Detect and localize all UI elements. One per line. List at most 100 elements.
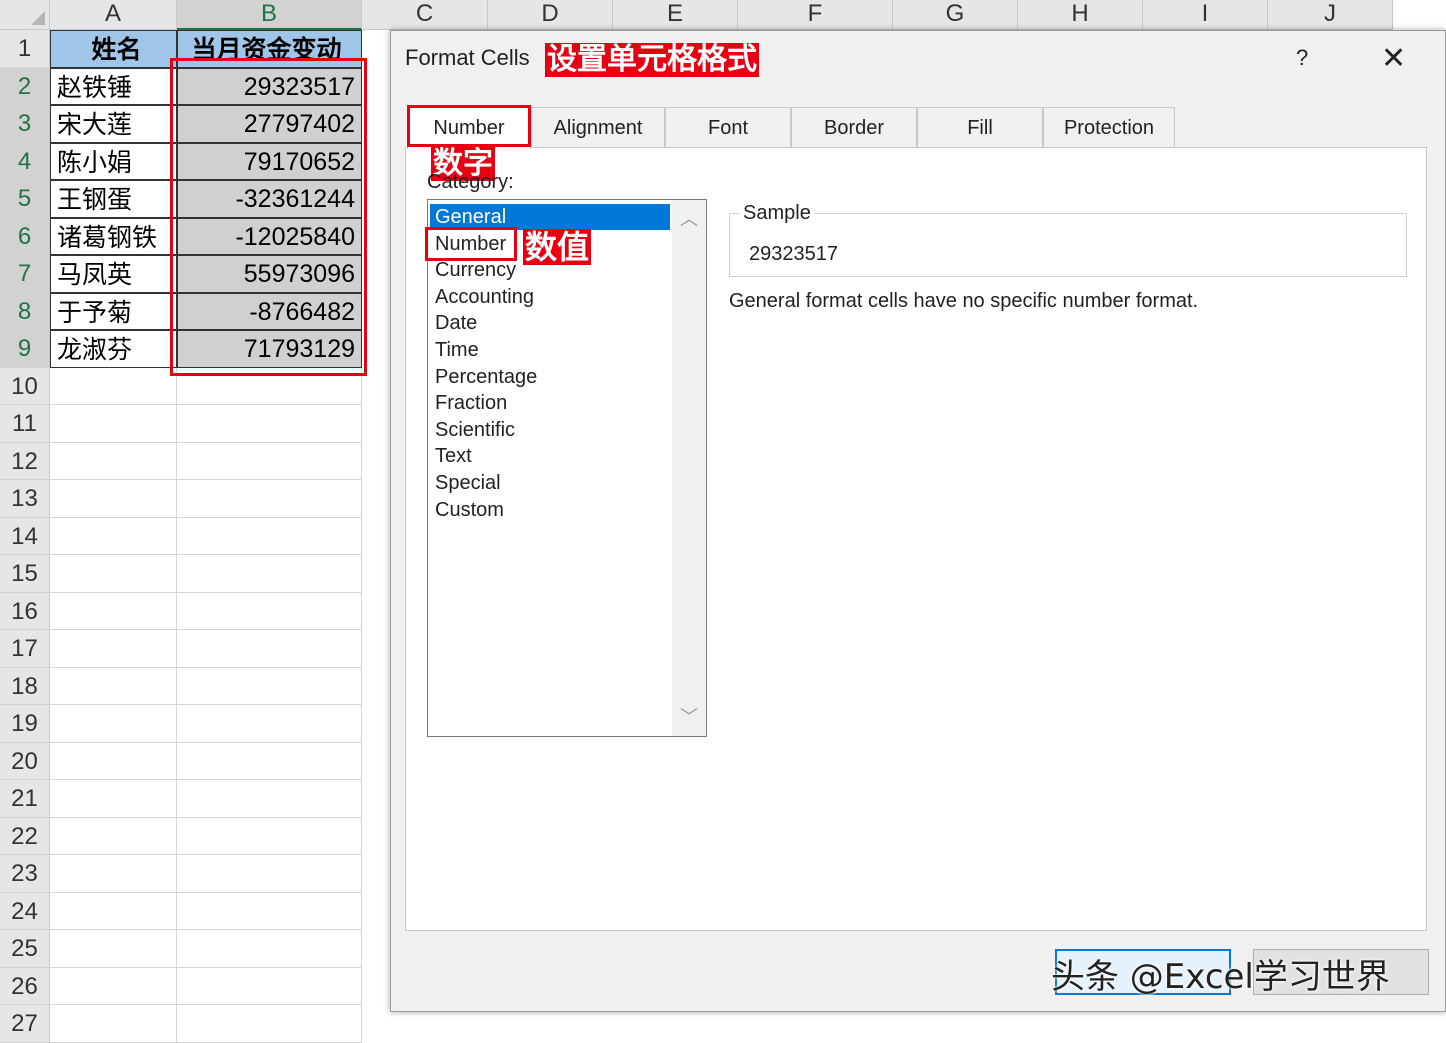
row-header-1[interactable]: 1	[0, 30, 50, 68]
row-header-21[interactable]: 21	[0, 780, 50, 818]
row-header-26[interactable]: 26	[0, 967, 50, 1005]
column-header-e[interactable]: E	[613, 0, 738, 30]
empty-cell[interactable]	[177, 817, 362, 855]
row-header-14[interactable]: 14	[0, 517, 50, 555]
column-header-j[interactable]: J	[1268, 0, 1393, 30]
column-header-b[interactable]: B	[177, 0, 362, 30]
amount-cell[interactable]: 71793129	[177, 330, 362, 368]
empty-cell[interactable]	[50, 705, 177, 743]
amount-cell[interactable]: 79170652	[177, 142, 362, 180]
select-all-corner[interactable]	[0, 0, 50, 30]
row-header-25[interactable]: 25	[0, 930, 50, 968]
help-button[interactable]: ?	[1296, 45, 1308, 71]
empty-cell[interactable]	[50, 367, 177, 405]
row-header-19[interactable]: 19	[0, 705, 50, 743]
empty-cell[interactable]	[50, 517, 177, 555]
empty-cell[interactable]	[177, 855, 362, 893]
row-header-16[interactable]: 16	[0, 592, 50, 630]
tab-border[interactable]: Border	[791, 107, 917, 147]
row-header-9[interactable]: 9	[0, 330, 50, 368]
scroll-down-icon[interactable]: ﹀	[672, 702, 706, 732]
amount-cell[interactable]: -8766482	[177, 292, 362, 330]
empty-cell[interactable]	[50, 817, 177, 855]
row-header-5[interactable]: 5	[0, 180, 50, 218]
empty-cell[interactable]	[177, 517, 362, 555]
row-header-13[interactable]: 13	[0, 480, 50, 518]
empty-cell[interactable]	[177, 892, 362, 930]
row-header-11[interactable]: 11	[0, 405, 50, 443]
row-header-23[interactable]: 23	[0, 855, 50, 893]
empty-cell[interactable]	[177, 405, 362, 443]
row-header-18[interactable]: 18	[0, 667, 50, 705]
empty-cell[interactable]	[177, 442, 362, 480]
empty-cell[interactable]	[177, 630, 362, 668]
column-header-g[interactable]: G	[893, 0, 1018, 30]
column-header-a[interactable]: A	[50, 0, 177, 30]
name-cell[interactable]: 赵铁锤	[50, 67, 177, 105]
empty-cell[interactable]	[50, 480, 177, 518]
empty-cell[interactable]	[50, 892, 177, 930]
empty-cell[interactable]	[177, 780, 362, 818]
row-header-6[interactable]: 6	[0, 217, 50, 255]
column-header-i[interactable]: I	[1143, 0, 1268, 30]
empty-cell[interactable]	[177, 742, 362, 780]
name-cell[interactable]: 龙淑芬	[50, 330, 177, 368]
amount-cell[interactable]: -12025840	[177, 217, 362, 255]
tab-fill[interactable]: Fill	[917, 107, 1043, 147]
row-header-2[interactable]: 2	[0, 67, 50, 105]
empty-cell[interactable]	[177, 705, 362, 743]
empty-cell[interactable]	[177, 667, 362, 705]
category-list[interactable]: General Number Currency Accounting Date Time P…	[427, 199, 707, 737]
category-item-time[interactable]: Time	[430, 337, 670, 363]
category-item-date[interactable]: Date	[430, 310, 670, 336]
category-item-custom[interactable]: Custom	[430, 497, 670, 523]
row-header-10[interactable]: 10	[0, 367, 50, 405]
name-cell[interactable]: 陈小娟	[50, 142, 177, 180]
empty-cell[interactable]	[50, 592, 177, 630]
amount-cell[interactable]: -32361244	[177, 180, 362, 218]
empty-cell[interactable]	[177, 930, 362, 968]
category-scrollbar[interactable]: ︿ ﹀	[672, 200, 706, 736]
name-cell[interactable]: 诸葛钢铁	[50, 217, 177, 255]
category-item-text[interactable]: Text	[430, 443, 670, 469]
category-item-accounting[interactable]: Accounting	[430, 284, 670, 310]
row-header-24[interactable]: 24	[0, 892, 50, 930]
column-header-f[interactable]: F	[738, 0, 893, 30]
amount-cell[interactable]: 27797402	[177, 105, 362, 143]
empty-cell[interactable]	[50, 742, 177, 780]
empty-cell[interactable]	[177, 555, 362, 593]
tab-alignment[interactable]: Alignment	[531, 107, 665, 147]
empty-cell[interactable]	[177, 967, 362, 1005]
empty-cell[interactable]	[50, 442, 177, 480]
column-header-h[interactable]: H	[1018, 0, 1143, 30]
amount-cell[interactable]: 29323517	[177, 67, 362, 105]
tab-protection[interactable]: Protection	[1043, 107, 1175, 147]
empty-cell[interactable]	[50, 930, 177, 968]
empty-cell[interactable]	[177, 1005, 362, 1043]
empty-cell[interactable]	[50, 855, 177, 893]
empty-cell[interactable]	[50, 630, 177, 668]
row-header-3[interactable]: 3	[0, 105, 50, 143]
row-header-7[interactable]: 7	[0, 255, 50, 293]
empty-cell[interactable]	[50, 405, 177, 443]
empty-cell[interactable]	[50, 967, 177, 1005]
column-header-c[interactable]: C	[362, 0, 488, 30]
scroll-up-icon[interactable]: ︿	[672, 204, 706, 234]
name-cell[interactable]: 宋大莲	[50, 105, 177, 143]
row-header-17[interactable]: 17	[0, 630, 50, 668]
row-header-15[interactable]: 15	[0, 555, 50, 593]
category-item-percentage[interactable]: Percentage	[430, 364, 670, 390]
row-header-20[interactable]: 20	[0, 742, 50, 780]
empty-cell[interactable]	[50, 1005, 177, 1043]
row-header-8[interactable]: 8	[0, 292, 50, 330]
name-cell[interactable]: 王钢蛋	[50, 180, 177, 218]
tab-number[interactable]: Number	[407, 107, 531, 149]
name-cell[interactable]: 马凤英	[50, 255, 177, 293]
close-icon[interactable]: ✕	[1381, 41, 1406, 76]
empty-cell[interactable]	[177, 480, 362, 518]
row-header-22[interactable]: 22	[0, 817, 50, 855]
name-cell[interactable]: 于予菊	[50, 292, 177, 330]
tab-font[interactable]: Font	[665, 107, 791, 147]
category-item-general[interactable]: General	[430, 204, 670, 230]
row-header-4[interactable]: 4	[0, 142, 50, 180]
